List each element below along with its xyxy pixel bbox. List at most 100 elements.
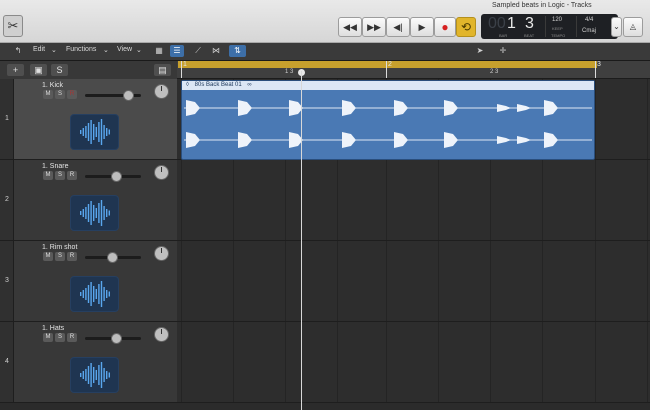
track-number-column: 1 xyxy=(0,79,14,159)
waveform-glyph xyxy=(80,119,110,145)
grid-line xyxy=(438,241,439,321)
loop-icon: ◊ xyxy=(186,82,189,88)
waveform-bar xyxy=(106,209,108,217)
waveform-bar xyxy=(108,210,110,216)
grid-line xyxy=(490,322,491,402)
flex-icon[interactable]: ⋈ xyxy=(209,45,223,57)
track-header[interactable]: 1 1. Kick M S R xyxy=(0,79,177,160)
waveform-bar xyxy=(93,205,95,221)
region-title-bar[interactable]: ◊ 80s Back Beat 01 ∞ xyxy=(182,81,594,90)
solo-button[interactable]: S xyxy=(55,333,65,342)
back-arrow-icon[interactable]: ↰ xyxy=(12,45,24,57)
metronome-icon[interactable]: ◬ xyxy=(623,17,643,37)
track-number-column: 4 xyxy=(0,322,14,402)
waveform-bar xyxy=(100,362,103,388)
lcd-display[interactable]: 00 1 3 BAR BEAT 120 KEEP TEMPO 4/4 Cmaj xyxy=(481,14,618,39)
grid-line xyxy=(181,241,182,321)
waveform-transient xyxy=(517,104,531,112)
mute-button[interactable]: M xyxy=(43,90,53,99)
edit-menu[interactable]: Edit xyxy=(33,46,45,53)
track-header[interactable]: 2 1. Snare M S R xyxy=(0,160,177,241)
cycle-button[interactable]: ⟲ xyxy=(456,17,476,37)
waveform-bar xyxy=(87,285,90,303)
volume-slider[interactable] xyxy=(85,171,141,182)
track-header[interactable]: 3 1. Rim shot M S R xyxy=(0,241,177,322)
pan-knob[interactable] xyxy=(154,246,169,261)
track-lane[interactable] xyxy=(177,160,650,241)
bar-ruler[interactable]: 1 1 3 2 2 3 3 xyxy=(177,61,650,79)
volume-slider[interactable] xyxy=(85,252,141,263)
record-enable-button[interactable]: R xyxy=(67,333,77,342)
grid-line xyxy=(285,322,286,402)
add-track-icon[interactable]: + xyxy=(7,64,24,76)
waveform-icon xyxy=(70,114,119,150)
mute-button[interactable]: M xyxy=(43,252,53,261)
volume-knob[interactable] xyxy=(110,171,122,182)
grid-view-icon[interactable]: ▦ xyxy=(152,45,166,57)
pan-knob[interactable] xyxy=(154,84,169,99)
waveform-glyph xyxy=(80,281,110,307)
grid-line xyxy=(542,241,543,321)
waveform-bar xyxy=(87,123,90,141)
waveform-bar xyxy=(90,282,92,306)
record-enable-button[interactable]: R xyxy=(67,90,77,99)
go-to-start-button[interactable]: ◀| xyxy=(386,17,410,37)
waveform-transient xyxy=(544,132,558,148)
grid-line xyxy=(542,160,543,240)
track-header[interactable]: 4 1. Hats M S R xyxy=(0,322,177,403)
mute-button[interactable]: M xyxy=(43,171,53,180)
rewind-button[interactable]: ◀◀ xyxy=(338,17,362,37)
pan-knob[interactable] xyxy=(154,327,169,342)
record-enable-button[interactable]: R xyxy=(67,171,77,180)
list-view-icon[interactable]: ☰ xyxy=(170,45,184,57)
waveform-bar xyxy=(90,363,92,387)
record-enable-button[interactable]: R xyxy=(67,252,77,261)
pan-knob[interactable] xyxy=(154,165,169,180)
waveform-bar xyxy=(85,207,87,219)
volume-knob[interactable] xyxy=(107,252,119,263)
track-name[interactable]: 1. Snare xyxy=(42,163,68,170)
track-name[interactable]: 1. Rim shot xyxy=(42,244,77,251)
track-lane[interactable] xyxy=(177,322,650,403)
play-button[interactable]: ▶ xyxy=(410,17,434,37)
automation-icon[interactable]: ⟋ xyxy=(191,45,205,57)
waveform-transient xyxy=(394,132,408,148)
view-menu[interactable]: View xyxy=(117,46,132,53)
track-number-column: 2 xyxy=(0,160,14,240)
solo-button[interactable]: S xyxy=(55,90,65,99)
volume-slider[interactable] xyxy=(85,333,141,344)
playhead[interactable] xyxy=(301,71,302,410)
scissors-icon[interactable]: ✂ xyxy=(3,15,23,37)
audio-region[interactable]: ◊ 80s Back Beat 01 ∞ xyxy=(181,80,595,160)
ruler-mark: 2 3 xyxy=(490,69,499,75)
fast-forward-button[interactable]: ▶▶ xyxy=(362,17,386,37)
pencil-tool-icon[interactable]: ✛ xyxy=(494,45,512,57)
duplicate-track-icon[interactable]: ▣ xyxy=(30,64,47,76)
functions-menu[interactable]: Functions xyxy=(66,46,96,53)
track-number: 3 xyxy=(5,277,9,284)
waveform-bar xyxy=(80,373,82,377)
waveform-bar xyxy=(82,290,84,298)
solo-button[interactable]: S xyxy=(55,252,65,261)
volume-knob[interactable] xyxy=(110,333,122,344)
lcd-chevron-icon[interactable]: ⌄ xyxy=(611,17,622,37)
grid-line xyxy=(386,241,387,321)
volume-slider[interactable] xyxy=(85,90,141,101)
volume-knob[interactable] xyxy=(122,90,134,101)
track-name[interactable]: 1. Kick xyxy=(42,82,63,89)
waveform-bar xyxy=(108,372,110,378)
track-inspector-icon[interactable]: ▤ xyxy=(154,64,171,76)
pointer-tool-icon[interactable]: ➤ xyxy=(472,45,488,57)
grid-line xyxy=(233,160,234,240)
waveform-bar xyxy=(85,288,87,300)
track-lane[interactable] xyxy=(177,241,650,322)
record-button[interactable]: ● xyxy=(434,17,456,37)
track-number: 2 xyxy=(5,196,9,203)
mute-button[interactable]: M xyxy=(43,333,53,342)
solo-button[interactable]: S xyxy=(55,171,65,180)
snap-icon[interactable]: ⇅ xyxy=(229,45,246,57)
waveform-transient xyxy=(186,132,200,148)
waveform-bar xyxy=(100,200,103,226)
smart-controls-icon[interactable]: S xyxy=(51,64,68,76)
track-name[interactable]: 1. Hats xyxy=(42,325,64,332)
